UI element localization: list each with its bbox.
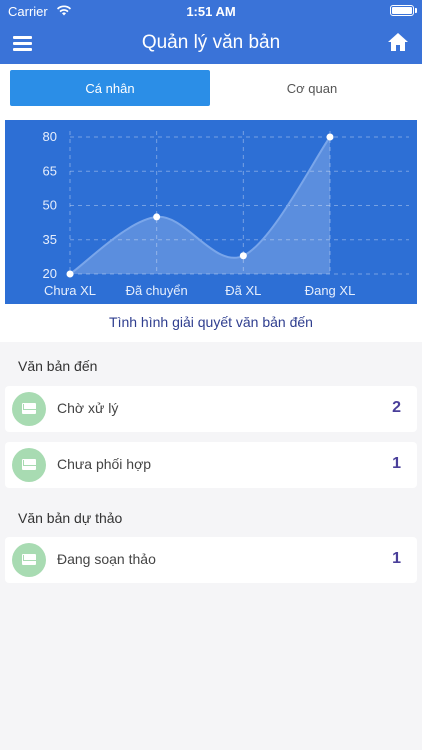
- mail-icon: [12, 392, 46, 426]
- data-point: [326, 133, 334, 141]
- data-point: [66, 270, 74, 278]
- y-tick-label: 20: [43, 266, 57, 281]
- y-tick-label: 65: [43, 163, 57, 178]
- section-title-incoming: Văn bản đến: [18, 358, 98, 374]
- list-item-chua-phoi-hop[interactable]: Chưa phối hợp 1: [5, 442, 417, 488]
- y-tick-label: 35: [43, 232, 57, 247]
- chart-panel: 20 35 50 65 80 Chưa XL Đã chuyển Đã XL Đang XL T…: [0, 114, 422, 342]
- y-tick-label: 50: [43, 198, 57, 213]
- x-tick-label: Đã chuyển: [126, 283, 188, 298]
- area-chart: 20 35 50 65 80 Chưa XL Đã chuyển Đã XL Đang XL: [5, 120, 417, 304]
- y-tick-label: 80: [43, 129, 57, 144]
- tab-ca-nhan[interactable]: Cá nhân: [10, 70, 210, 106]
- mail-icon: [12, 448, 46, 482]
- section-title-drafts: Văn bản dự thảo: [18, 510, 123, 526]
- list-item-dang-soan-thao[interactable]: Đang soạn thảo 1: [5, 537, 417, 583]
- data-point: [153, 213, 161, 221]
- battery-icon: [390, 5, 417, 16]
- count-badge: 1: [392, 550, 401, 567]
- tab-bar: Cá nhân Cơ quan: [0, 64, 422, 114]
- top-bar: Carrier 1:51 AM Quản lý văn bản: [0, 0, 422, 64]
- status-time: 1:51 AM: [186, 4, 236, 19]
- list-item-cho-xu-ly[interactable]: Chờ xử lý 2: [5, 386, 417, 432]
- status-bar: Carrier 1:51 AM: [0, 0, 422, 22]
- count-badge: 1: [392, 455, 401, 472]
- x-tick-label: Đang XL: [305, 283, 356, 298]
- tab-co-quan[interactable]: Cơ quan: [212, 70, 412, 106]
- page-title: Quản lý văn bản: [141, 32, 281, 53]
- navigation-bar: Quản lý văn bản: [0, 22, 422, 64]
- data-point: [239, 252, 247, 260]
- count-badge: 2: [392, 399, 401, 416]
- x-tick-label: Đã XL: [225, 283, 261, 298]
- x-tick-label: Chưa XL: [44, 283, 96, 298]
- list-item-label: Chưa phối hợp: [57, 456, 152, 472]
- list-item-label: Đang soạn thảo: [57, 551, 156, 567]
- home-icon[interactable]: [386, 30, 412, 56]
- mail-icon: [12, 543, 46, 577]
- list-item-label: Chờ xử lý: [57, 400, 119, 416]
- chart-svg: 20 35 50 65 80 Chưa XL Đã chuyển Đã XL Đang XL: [43, 129, 409, 298]
- chart-title: Tình hình giải quyết văn bản đến: [109, 314, 313, 330]
